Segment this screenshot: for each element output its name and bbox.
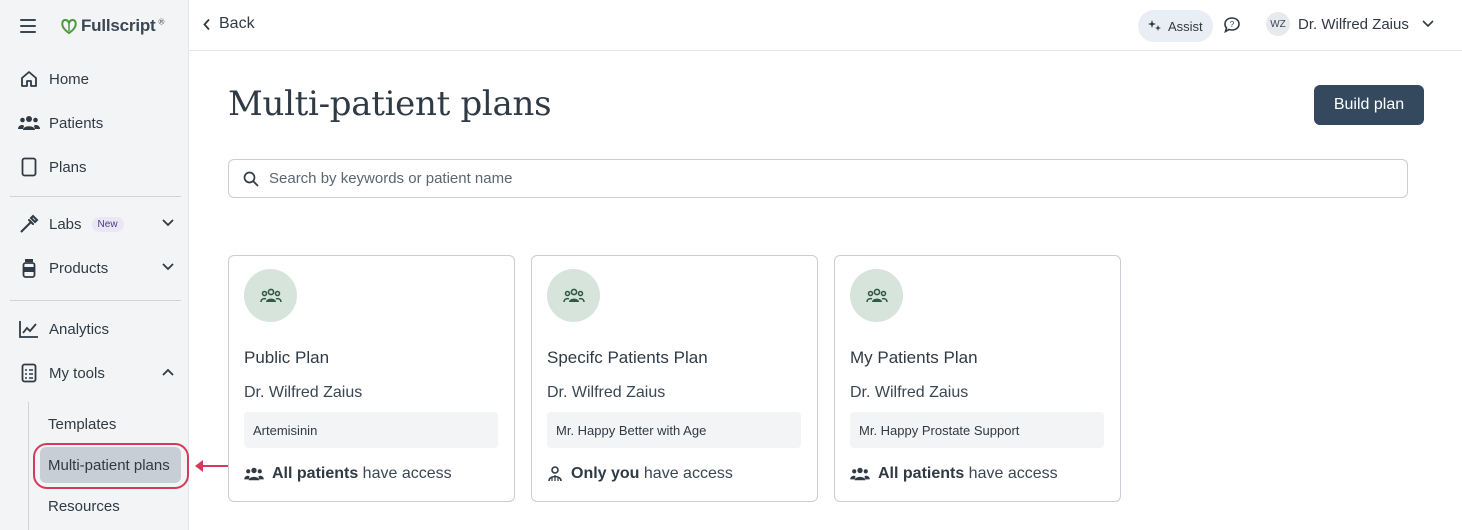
chat-icon[interactable]: ? — [1223, 16, 1241, 34]
plan-icon-circle — [547, 269, 600, 322]
plan-card-public[interactable]: Public Plan Dr. Wilfred Zaius Artemisini… — [228, 255, 515, 502]
sidebar-item-label: Patients — [49, 114, 104, 132]
logo-text: Fullscript — [81, 16, 156, 35]
chevron-down-icon[interactable] — [161, 262, 175, 272]
user-name: Dr. Wilfred Zaius — [1298, 15, 1409, 33]
plan-title: Specifc Patients Plan — [547, 348, 708, 367]
sparkle-icon — [1148, 20, 1161, 31]
sidebar-item-label: My tools — [49, 364, 105, 382]
group-icon — [562, 288, 585, 302]
plan-card-specific-patients[interactable]: Specifc Patients Plan Dr. Wilfred Zaius … — [531, 255, 818, 502]
access-rest: have access — [964, 465, 1058, 482]
sidebar-item-label: Plans — [49, 158, 87, 176]
dropper-icon — [18, 213, 40, 235]
sidebar-item-plans[interactable]: Plans — [10, 149, 181, 185]
person-icon — [548, 466, 562, 482]
sidebar-item-my-tools[interactable]: My tools — [10, 355, 181, 391]
access-strong: All patients — [272, 465, 359, 482]
avatar: WZ — [1266, 12, 1290, 36]
chevron-up-icon[interactable] — [161, 367, 175, 377]
sidebar-item-label: Home — [49, 70, 90, 88]
sidebar-item-home[interactable]: Home — [10, 61, 181, 97]
top-bar: Back Assist ? WZ Dr. Wilfred Zaius — [189, 0, 1462, 51]
trademark-icon: ® — [158, 17, 165, 27]
sidebar-subitem-templates[interactable]: Templates — [40, 406, 181, 442]
plan-author: Dr. Wilfred Zaius — [850, 384, 969, 401]
menu-icon[interactable] — [20, 19, 36, 33]
sidebar-divider — [10, 196, 181, 197]
clipboard-icon — [18, 362, 40, 384]
plan-icon-circle — [244, 269, 297, 322]
submenu-rail — [28, 402, 29, 530]
sidebar-item-label: Products — [49, 259, 109, 277]
fullscript-logo[interactable]: Fullscript ® — [60, 16, 164, 36]
chevron-down-icon — [1422, 20, 1434, 28]
search-icon — [243, 171, 259, 187]
sidebar-item-products[interactable]: Products — [10, 250, 181, 286]
bottle-icon — [18, 257, 40, 279]
leaf-icon — [61, 18, 77, 34]
logo-row: Fullscript ® — [0, 0, 189, 52]
sidebar-item-patients[interactable]: Patients — [10, 105, 181, 141]
plan-product: Mr. Happy Better with Age — [547, 412, 801, 448]
plan-access: Only you have access — [547, 465, 733, 483]
access-rest: have access — [358, 465, 452, 482]
page-title: Multi-patient plans — [228, 84, 552, 124]
build-plan-button[interactable]: Build plan — [1314, 85, 1424, 125]
back-label: Back — [219, 15, 255, 32]
sidebar-item-label: Analytics — [49, 320, 110, 338]
access-strong: All patients — [878, 465, 965, 482]
plan-product: Mr. Happy Prostate Support — [850, 412, 1104, 448]
users-icon — [850, 467, 870, 481]
group-icon — [259, 288, 282, 302]
sidebar-item-label: Labs — [49, 215, 82, 233]
plan-access: All patients have access — [244, 465, 452, 483]
plan-title: My Patients Plan — [850, 348, 978, 367]
plan-icon-circle — [850, 269, 903, 322]
plan-author: Dr. Wilfred Zaius — [547, 384, 666, 401]
search-box[interactable] — [228, 159, 1408, 198]
home-icon — [18, 68, 40, 90]
new-badge: New — [91, 216, 124, 232]
sidebar-item-analytics[interactable]: Analytics — [10, 311, 181, 347]
sidebar-divider — [10, 300, 181, 301]
plan-product: Artemisinin — [244, 412, 498, 448]
access-rest: have access — [639, 465, 733, 482]
assist-label: Assist — [1168, 18, 1203, 34]
users-icon — [244, 467, 264, 481]
back-button[interactable]: Back — [203, 15, 255, 33]
sidebar-subitem-resources[interactable]: Resources — [40, 488, 181, 524]
users-icon — [18, 112, 40, 134]
assist-button[interactable]: Assist — [1138, 10, 1213, 42]
chevron-left-icon — [203, 18, 210, 30]
plan-access: All patients have access — [850, 465, 1058, 483]
plan-card-my-patients[interactable]: My Patients Plan Dr. Wilfred Zaius Mr. H… — [834, 255, 1121, 502]
chevron-down-icon[interactable] — [161, 218, 175, 228]
user-menu[interactable]: WZ Dr. Wilfred Zaius — [1266, 12, 1435, 36]
search-input[interactable] — [269, 170, 1369, 187]
svg-text:?: ? — [1230, 20, 1235, 29]
chart-icon — [18, 318, 40, 340]
document-icon — [18, 156, 40, 178]
access-strong: Only you — [571, 465, 640, 482]
sidebar-item-labs[interactable]: Labs New — [10, 206, 181, 242]
plan-title: Public Plan — [244, 348, 330, 367]
group-icon — [865, 288, 888, 302]
plan-author: Dr. Wilfred Zaius — [244, 384, 363, 401]
highlight-ring — [33, 443, 189, 489]
